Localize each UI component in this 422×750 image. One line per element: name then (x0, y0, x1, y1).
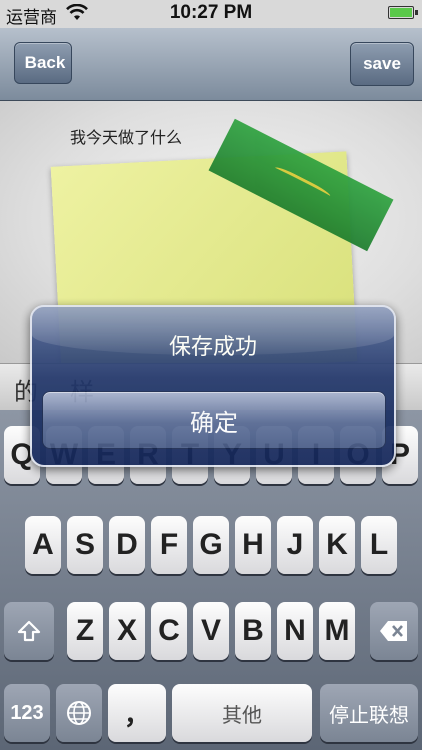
key-f[interactable]: F (151, 516, 187, 574)
globe-icon (67, 701, 91, 725)
globe-key[interactable] (56, 684, 102, 742)
key-l[interactable]: L (361, 516, 397, 574)
comma-key[interactable]: ， (108, 684, 166, 742)
key-c[interactable]: C (151, 602, 187, 660)
stop-prediction-key[interactable]: 停止联想 (320, 684, 418, 742)
alert-dialog: 保存成功 确定 (30, 305, 396, 467)
battery-icon (388, 6, 418, 19)
navigation-bar: Back save (0, 28, 422, 101)
confirm-button-label: 确定 (190, 408, 238, 437)
save-button[interactable]: save (350, 42, 414, 86)
key-s[interactable]: S (67, 516, 103, 574)
save-button-label: save (363, 54, 401, 73)
back-button[interactable]: Back (0, 41, 72, 85)
shift-key[interactable] (4, 602, 54, 660)
shift-arrow-icon (17, 620, 41, 642)
key-h[interactable]: H (235, 516, 271, 574)
key-g[interactable]: G (193, 516, 229, 574)
key-j[interactable]: J (277, 516, 313, 574)
note-text[interactable]: 我今天做了什么 (70, 124, 182, 148)
key-v[interactable]: V (193, 602, 229, 660)
status-bar: 运营商 10:27 PM (0, 0, 422, 28)
key-x[interactable]: X (109, 602, 145, 660)
key-b[interactable]: B (235, 602, 271, 660)
key-d[interactable]: D (109, 516, 145, 574)
backspace-icon (380, 621, 407, 641)
confirm-button[interactable]: 确定 (42, 391, 386, 449)
delete-key[interactable] (370, 602, 418, 660)
key-m[interactable]: M (319, 602, 355, 660)
key-a[interactable]: A (25, 516, 61, 574)
key-n[interactable]: N (277, 602, 313, 660)
alert-title: 保存成功 (168, 335, 257, 360)
key-z[interactable]: Z (67, 602, 103, 660)
back-button-label: Back (24, 53, 66, 72)
clock: 10:27 PM (169, 2, 253, 23)
numbers-key[interactable]: 123 (4, 684, 50, 742)
key-k[interactable]: K (319, 516, 355, 574)
space-key[interactable]: 其他 (172, 684, 312, 742)
